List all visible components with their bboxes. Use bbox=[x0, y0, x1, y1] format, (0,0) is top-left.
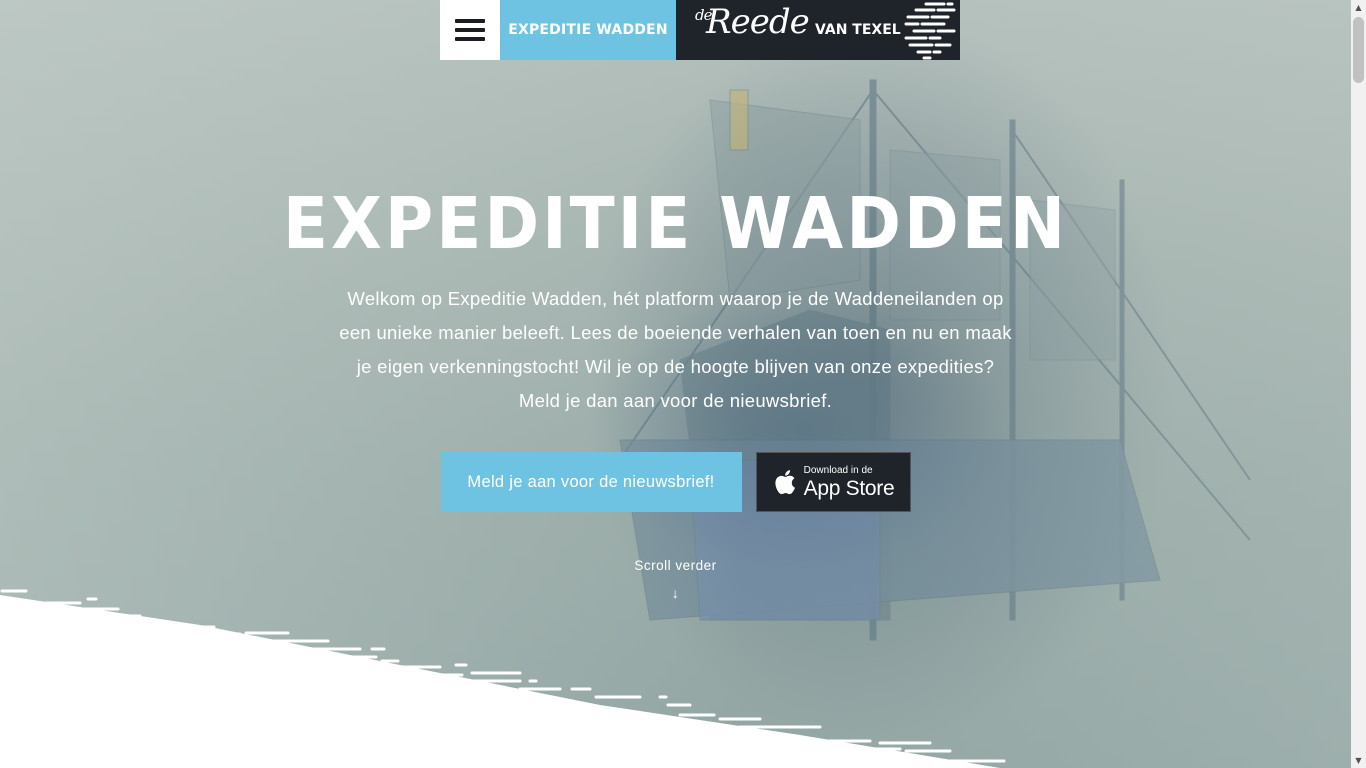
newsletter-signup-button[interactable]: Meld je aan voor de nieuwsbrief! bbox=[440, 452, 742, 512]
top-navigation: EXPEDITIE WADDEN de Reede VAN TEXEL bbox=[440, 0, 960, 60]
app-store-label: Download in de App Store bbox=[803, 464, 895, 500]
brand-logo-link[interactable]: de Reede VAN TEXEL bbox=[676, 0, 960, 60]
menu-button[interactable] bbox=[440, 0, 500, 60]
scroll-down-arrow-icon[interactable]: ▼ bbox=[1351, 753, 1366, 768]
app-store-big-text: App Store bbox=[803, 476, 895, 500]
brand-location: VAN TEXEL bbox=[815, 22, 901, 38]
app-store-button[interactable]: Download in de App Store bbox=[755, 452, 911, 512]
scroll-up-arrow-icon[interactable]: ▲ bbox=[1351, 0, 1366, 15]
intro-text: Welkom op Expeditie Wadden, hét platform… bbox=[339, 288, 1012, 411]
apple-icon bbox=[775, 470, 795, 495]
hamburger-icon-bar bbox=[455, 19, 485, 23]
dashes-decoration-icon bbox=[904, 2, 956, 60]
hero-content: EXPEDITIE WADDEN Welkom op Expeditie Wad… bbox=[0, 181, 1351, 601]
vertical-scrollbar[interactable]: ▲ ▼ bbox=[1351, 0, 1366, 768]
scrollbar-thumb[interactable] bbox=[1353, 17, 1364, 83]
cta-buttons: Meld je aan voor de nieuwsbrief! Downloa… bbox=[0, 452, 1351, 512]
app-store-small-text: Download in de bbox=[803, 464, 873, 476]
hamburger-icon-bar bbox=[455, 28, 485, 32]
page-title: EXPEDITIE WADDEN bbox=[282, 181, 1069, 266]
hamburger-icon-bar bbox=[455, 37, 485, 41]
scroll-label: Scroll verder bbox=[634, 558, 717, 573]
nav-site-title-link[interactable]: EXPEDITIE WADDEN bbox=[500, 0, 676, 60]
brand-script-name: Reede bbox=[706, 2, 810, 42]
wave-divider bbox=[0, 589, 1006, 768]
